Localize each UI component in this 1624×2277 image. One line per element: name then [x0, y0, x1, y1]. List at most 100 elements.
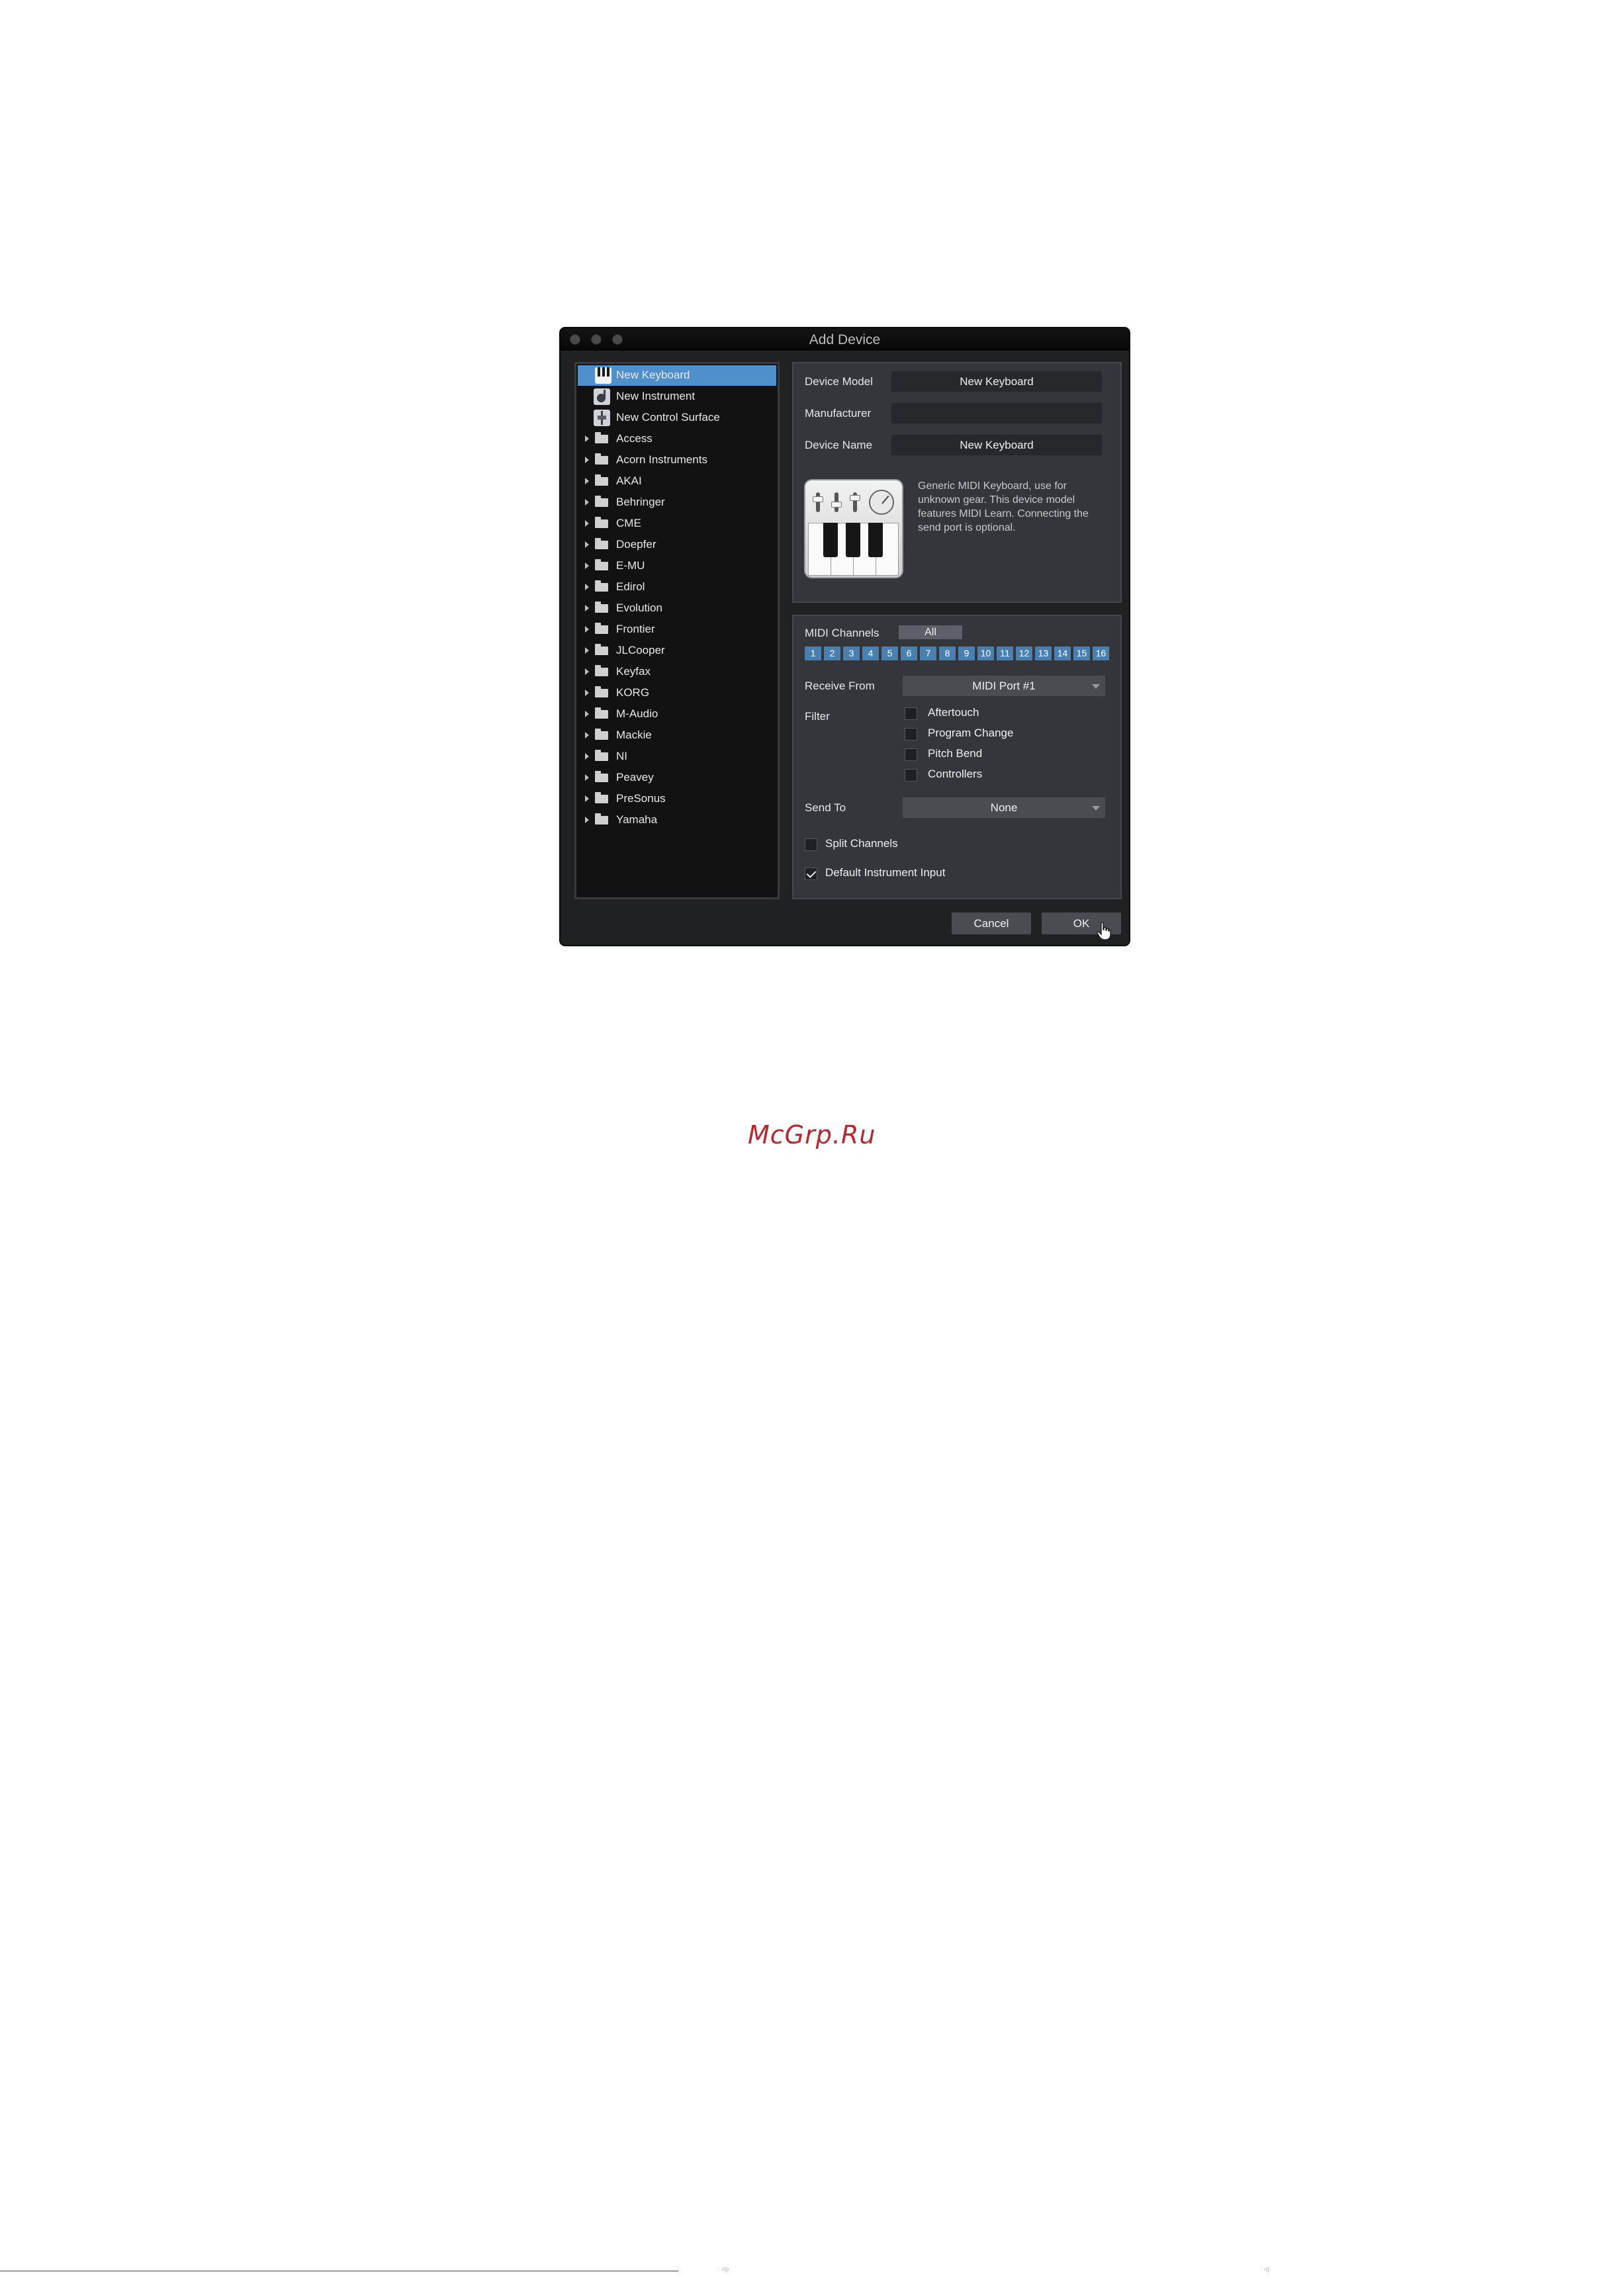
device-item[interactable]: New Instrument	[576, 386, 778, 407]
disclosure-arrow-icon[interactable]	[585, 499, 589, 506]
disclosure-arrow-icon[interactable]	[585, 435, 589, 442]
disclosure-arrow-icon[interactable]	[585, 817, 589, 823]
midi-channel-13-button[interactable]: 13	[1035, 647, 1052, 660]
midi-channel-16-button[interactable]: 16	[1093, 647, 1109, 660]
disclosure-arrow-icon[interactable]	[585, 562, 589, 569]
folder-icon	[595, 813, 608, 825]
midi-channel-5-button[interactable]: 5	[881, 647, 898, 660]
receive-from-label: Receive From	[805, 680, 875, 692]
send-to-value: None	[990, 801, 1018, 814]
disclosure-arrow-icon[interactable]	[585, 732, 589, 738]
disclosure-arrow-icon[interactable]	[585, 626, 589, 633]
split-channels-checkbox[interactable]	[805, 838, 817, 851]
send-to-label: Send To	[805, 801, 846, 814]
control-surface-icon	[594, 410, 610, 426]
folder-item[interactable]: Edirol	[576, 577, 778, 598]
folder-icon	[595, 792, 608, 803]
page-footer-rule	[0, 2270, 678, 2272]
midi-channel-1-button[interactable]: 1	[805, 647, 821, 660]
disclosure-arrow-icon[interactable]	[585, 774, 589, 781]
folder-icon	[595, 729, 608, 740]
send-to-dropdown[interactable]: None	[903, 797, 1105, 818]
midi-channel-8-button[interactable]: 8	[939, 647, 956, 660]
folder-icon	[595, 474, 608, 486]
folder-item[interactable]: Behringer	[576, 492, 778, 513]
device-name-field[interactable]: New Keyboard	[891, 435, 1102, 455]
midi-channel-7-button[interactable]: 7	[920, 647, 936, 660]
folder-item[interactable]: Keyfax	[576, 662, 778, 682]
disclosure-arrow-icon[interactable]	[585, 584, 589, 590]
folder-item[interactable]: PreSonus	[576, 789, 778, 809]
filter-checkbox[interactable]	[905, 707, 917, 720]
filter-checkbox[interactable]	[905, 769, 917, 781]
folder-item[interactable]: JLCooper	[576, 641, 778, 661]
default-instrument-input-checkbox[interactable]	[805, 868, 817, 880]
folder-item[interactable]: NI	[576, 746, 778, 767]
list-item-label: AKAI	[616, 474, 642, 487]
filter-checkbox[interactable]	[905, 748, 917, 761]
list-item-label: Doepfer	[616, 538, 656, 551]
folder-icon	[595, 623, 608, 634]
folder-icon	[595, 771, 608, 782]
folder-icon	[595, 538, 608, 549]
folder-icon	[595, 453, 608, 465]
midi-channel-6-button[interactable]: 6	[901, 647, 917, 660]
filter-checkbox[interactable]	[905, 728, 917, 740]
title-bar[interactable]: Add Device	[561, 328, 1129, 351]
midi-channel-14-button[interactable]: 14	[1054, 647, 1071, 660]
folder-icon	[595, 707, 608, 719]
midi-channel-11-button[interactable]: 11	[997, 647, 1013, 660]
device-model-field[interactable]: New Keyboard	[891, 371, 1102, 392]
disclosure-arrow-icon[interactable]	[585, 711, 589, 717]
instrument-icon	[594, 388, 610, 405]
folder-item[interactable]: CME	[576, 513, 778, 534]
folder-item[interactable]: M-Audio	[576, 704, 778, 725]
disclosure-arrow-icon[interactable]	[585, 478, 589, 484]
list-item-label: New Control Surface	[616, 411, 720, 424]
cancel-button[interactable]: Cancel	[952, 913, 1031, 934]
midi-channel-4-button[interactable]: 4	[862, 647, 879, 660]
chevron-down-icon	[1092, 806, 1100, 811]
midi-channel-2-button[interactable]: 2	[824, 647, 840, 660]
window-title: Add Device	[809, 332, 881, 347]
list-item-label: Edirol	[616, 580, 645, 593]
device-item[interactable]: New Keyboard	[578, 365, 776, 386]
midi-channel-15-button[interactable]: 15	[1073, 647, 1090, 660]
folder-item[interactable]: AKAI	[576, 471, 778, 492]
disclosure-arrow-icon[interactable]	[585, 668, 589, 675]
folder-item[interactable]: Frontier	[576, 619, 778, 640]
device-item[interactable]: New Control Surface	[576, 408, 778, 428]
disclosure-arrow-icon[interactable]	[585, 520, 589, 527]
manufacturer-field[interactable]	[891, 403, 1102, 424]
all-channels-button[interactable]: All	[899, 625, 962, 639]
midi-channel-3-button[interactable]: 3	[843, 647, 860, 660]
list-item-label: Access	[616, 432, 653, 445]
midi-channels-label: MIDI Channels	[805, 627, 880, 639]
disclosure-arrow-icon[interactable]	[585, 795, 589, 802]
midi-channel-10-button[interactable]: 10	[977, 647, 994, 660]
folder-item[interactable]: Doepfer	[576, 535, 778, 555]
folder-item[interactable]: Yamaha	[576, 810, 778, 830]
midi-channel-9-button[interactable]: 9	[958, 647, 975, 660]
disclosure-arrow-icon[interactable]	[585, 541, 589, 548]
folder-item[interactable]: Mackie	[576, 725, 778, 746]
checkmark-icon	[806, 868, 817, 878]
folder-item[interactable]: Access	[576, 429, 778, 449]
split-channels-label: Split Channels	[825, 837, 898, 850]
disclosure-arrow-icon[interactable]	[585, 605, 589, 611]
disclosure-arrow-icon[interactable]	[585, 647, 589, 654]
folder-item[interactable]: Peavey	[576, 768, 778, 788]
folder-item[interactable]: Acorn Instruments	[576, 450, 778, 470]
device-description: Generic MIDI Keyboard, use for unknown g…	[918, 480, 1089, 533]
disclosure-arrow-icon[interactable]	[585, 690, 589, 696]
folder-item[interactable]: Evolution	[576, 598, 778, 619]
device-list[interactable]: New Keyboard New Instrument New Control Su…	[574, 362, 780, 899]
midi-channel-12-button[interactable]: 12	[1016, 647, 1032, 660]
disclosure-arrow-icon[interactable]	[585, 753, 589, 760]
disclosure-arrow-icon[interactable]	[585, 457, 589, 463]
folder-item[interactable]: KORG	[576, 683, 778, 703]
list-item-label: JLCooper	[616, 644, 665, 656]
folder-item[interactable]: E-MU	[576, 556, 778, 576]
receive-from-dropdown[interactable]: MIDI Port #1	[903, 676, 1105, 696]
manufacturer-label: Manufacturer	[805, 407, 872, 420]
